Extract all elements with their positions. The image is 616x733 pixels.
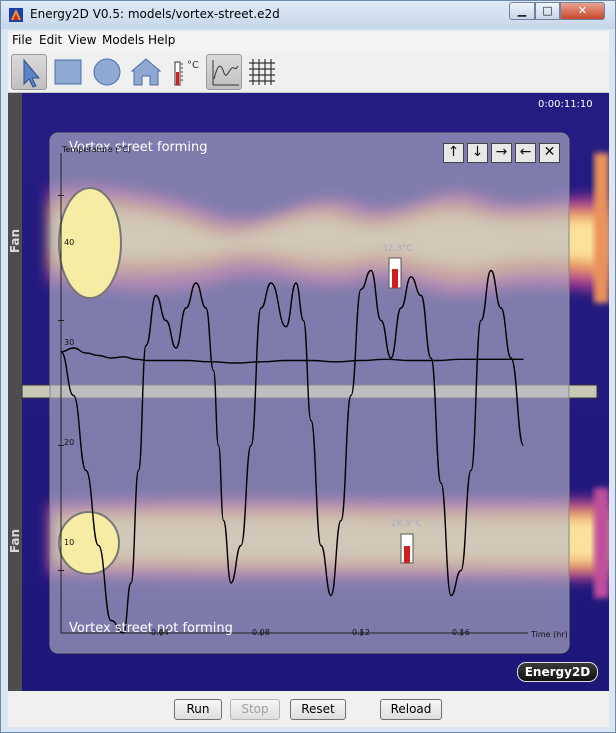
y-tick-label: 30 xyxy=(64,338,75,347)
y-axis-title: Temperature (°C) xyxy=(62,145,132,154)
x-tick-label: 0.12 xyxy=(352,628,370,637)
rectangle-icon xyxy=(54,59,82,85)
rectangle-tool-button[interactable] xyxy=(50,54,86,90)
reload-button[interactable]: Reload xyxy=(380,699,442,720)
x-tick-label: 0.04 xyxy=(151,628,169,637)
ellipse-tool-button[interactable] xyxy=(89,54,125,90)
menu-view[interactable]: View xyxy=(68,33,96,47)
graph-scale-down-button[interactable]: ↓ xyxy=(467,143,488,163)
minimize-button[interactable]: ▁ xyxy=(509,2,535,20)
select-arrow-icon xyxy=(23,58,41,88)
graph-panel[interactable] xyxy=(49,132,570,654)
x-tick-label: 0.08 xyxy=(252,628,270,637)
x-axis-title: Time (hr) xyxy=(531,630,568,639)
menu-help[interactable]: Help xyxy=(148,33,175,47)
y-tick-label: 20 xyxy=(64,438,75,447)
close-button[interactable]: ✕ xyxy=(560,2,605,20)
menu-bar: File Edit View Models Help xyxy=(8,31,609,51)
menu-edit[interactable]: Edit xyxy=(39,33,62,47)
thermometer-bottom[interactable] xyxy=(400,533,414,564)
run-button[interactable]: Run xyxy=(174,699,222,720)
thermometer-tool-button[interactable]: °C xyxy=(167,54,203,90)
toolbar: °C xyxy=(8,51,609,93)
graph-shrink-time-button[interactable]: ← xyxy=(515,143,536,163)
y-tick-label: 10 xyxy=(64,538,75,547)
maximize-button[interactable]: □ xyxy=(535,2,560,20)
window-title: Energy2D V0.5: models/vortex-street.e2d xyxy=(30,7,280,21)
grid-toggle-button[interactable] xyxy=(245,54,281,90)
x-tick-label: 0.16 xyxy=(452,628,470,637)
ellipse-icon xyxy=(93,58,121,86)
title-bar[interactable]: Energy2D V0.5: models/vortex-street.e2d … xyxy=(1,1,615,29)
graph-icon xyxy=(212,60,239,86)
simulation-clock: 0:00:11:10 xyxy=(538,99,593,110)
menu-models[interactable]: Models xyxy=(102,33,144,47)
fan-label-bottom: Fan xyxy=(8,529,22,554)
thermometer-top-label: 32.3°C xyxy=(382,244,413,254)
energy2d-app-icon xyxy=(9,8,23,22)
fan-wall xyxy=(8,93,22,691)
house-polygon-icon xyxy=(130,58,162,86)
graph-toggle-button[interactable] xyxy=(206,54,242,90)
polygon-tool-button[interactable] xyxy=(128,54,164,90)
thermometer-unit: °C xyxy=(187,60,199,71)
graph-close-button[interactable]: ✕ xyxy=(539,143,560,163)
temperature-field xyxy=(8,93,609,691)
select-tool-button[interactable] xyxy=(11,54,47,90)
graph-scale-up-button[interactable]: ↑ xyxy=(443,143,464,163)
grid-icon xyxy=(249,59,275,85)
energy2d-logo: Energy2D xyxy=(517,662,598,682)
thermometer-bottom-label: 28.9°C xyxy=(391,519,422,529)
thermometer-top[interactable] xyxy=(388,257,402,289)
control-bar: Run Stop Reset Reload xyxy=(8,691,609,727)
app-window: Energy2D V0.5: models/vortex-street.e2d … xyxy=(0,0,616,733)
reset-button[interactable]: Reset xyxy=(290,699,346,720)
stop-button[interactable]: Stop xyxy=(230,699,280,720)
fan-label-top: Fan xyxy=(8,229,22,254)
menu-file[interactable]: File xyxy=(12,33,32,47)
simulation-canvas[interactable]: Fan Fan 0:00:11:10 Vortex street forming… xyxy=(8,93,609,691)
graph-expand-time-button[interactable]: → xyxy=(491,143,512,163)
y-tick-label: 40 xyxy=(64,238,75,247)
thermometer-icon: °C xyxy=(174,60,199,86)
